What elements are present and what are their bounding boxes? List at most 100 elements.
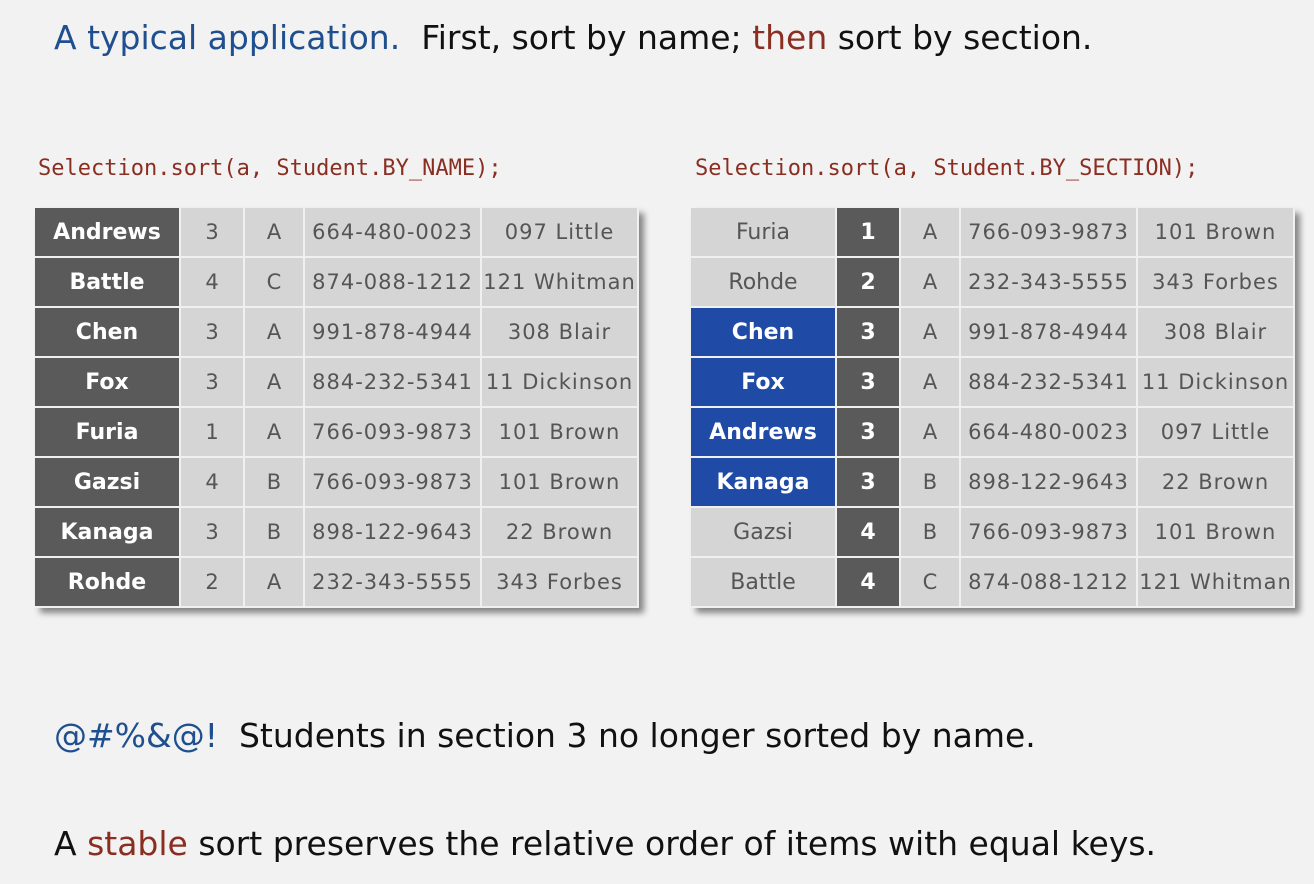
name-cell: Battle (691, 557, 837, 608)
address-cell: 343 Forbes (481, 557, 639, 608)
table-row: Rohde 2 A 232-343-5555 343 Forbes (35, 557, 639, 608)
section-cell: 3 (180, 208, 245, 258)
phone-cell: 664-480-0023 (304, 208, 482, 258)
phone-cell: 766-093-9873 (960, 507, 1138, 558)
title-then: then (752, 18, 828, 57)
name-cell: Furia (35, 407, 181, 458)
right-code-call: Selection.sort(a, Student.BY_SECTION); (695, 156, 1199, 181)
name-cell: Gazsi (691, 507, 837, 558)
phone-cell: 766-093-9873 (960, 208, 1138, 258)
title-lead: A typical application. (54, 18, 401, 57)
table-row: Gazsi 4 B 766-093-9873 101 Brown (35, 457, 639, 508)
address-cell: 22 Brown (1137, 457, 1295, 508)
grade-cell: A (244, 208, 305, 258)
table-sorted-by-name: Andrews 3 A 664-480-0023 097 Little Battle 4 C 8… (35, 208, 639, 608)
title-part1: First, sort by name; (421, 18, 753, 57)
name-cell: Kanaga (691, 457, 837, 508)
phone-cell: 232-343-5555 (960, 257, 1138, 308)
phone-cell: 874-088-1212 (960, 557, 1138, 608)
section-cell: 4 (180, 257, 245, 308)
address-cell: 101 Brown (481, 407, 639, 458)
name-cell: Furia (691, 208, 837, 258)
grade-cell: C (244, 257, 305, 308)
section-cell: 3 (180, 307, 245, 358)
table-row: Rohde 2 A 232-343-5555 343 Forbes (691, 257, 1295, 308)
phone-cell: 766-093-9873 (304, 457, 482, 508)
grade-cell: B (900, 507, 961, 558)
phone-cell: 898-122-9643 (304, 507, 482, 558)
phone-cell: 664-480-0023 (960, 407, 1138, 458)
section-cell: 3 (836, 457, 901, 508)
table-row: Fox 3 A 884-232-5341 11 Dickinson (35, 357, 639, 408)
name-cell: Andrews (35, 208, 181, 258)
grade-cell: A (244, 557, 305, 608)
address-cell: 308 Blair (1137, 307, 1295, 358)
table-row: Andrews 3 A 664-480-0023 097 Little (691, 407, 1295, 458)
section-cell: 3 (836, 307, 901, 358)
title-part2: sort by section. (827, 18, 1093, 57)
table-row: Kanaga 3 B 898-122-9643 22 Brown (691, 457, 1295, 508)
grade-cell: A (900, 208, 961, 258)
section-cell: 1 (180, 407, 245, 458)
definition-rest: sort preserves the relative order of ite… (187, 824, 1157, 863)
phone-cell: 232-343-5555 (304, 557, 482, 608)
table-row: Fox 3 A 884-232-5341 11 Dickinson (691, 357, 1295, 408)
address-cell: 11 Dickinson (1137, 357, 1295, 408)
address-cell: 121 Whitman (481, 257, 639, 308)
phone-cell: 884-232-5341 (304, 357, 482, 408)
slide-title: A typical application. First, sort by na… (54, 18, 1092, 57)
section-cell: 4 (836, 557, 901, 608)
section-cell: 3 (180, 507, 245, 558)
table-row: Furia 1 A 766-093-9873 101 Brown (691, 208, 1295, 258)
grade-cell: C (900, 557, 961, 608)
address-cell: 097 Little (481, 208, 639, 258)
phone-cell: 766-093-9873 (304, 407, 482, 458)
phone-cell: 874-088-1212 (304, 257, 482, 308)
section-cell: 1 (836, 208, 901, 258)
name-cell: Kanaga (35, 507, 181, 558)
note-line: @#%&@! Students in section 3 no longer s… (54, 716, 1036, 755)
address-cell: 11 Dickinson (481, 357, 639, 408)
name-cell: Fox (35, 357, 181, 408)
address-cell: 097 Little (1137, 407, 1295, 458)
grade-cell: A (900, 257, 961, 308)
table-row: Kanaga 3 B 898-122-9643 22 Brown (35, 507, 639, 558)
table-row: Andrews 3 A 664-480-0023 097 Little (35, 208, 639, 258)
section-cell: 3 (836, 407, 901, 458)
section-cell: 3 (180, 357, 245, 408)
grade-cell: A (900, 357, 961, 408)
address-cell: 101 Brown (481, 457, 639, 508)
definition-stable: stable (87, 824, 188, 863)
section-cell: 3 (836, 357, 901, 408)
section-cell: 2 (180, 557, 245, 608)
left-code-call: Selection.sort(a, Student.BY_NAME); (38, 156, 502, 181)
table-row: Gazsi 4 B 766-093-9873 101 Brown (691, 507, 1295, 558)
table-row: Furia 1 A 766-093-9873 101 Brown (35, 407, 639, 458)
grade-cell: B (900, 457, 961, 508)
grade-cell: A (244, 357, 305, 408)
address-cell: 101 Brown (1137, 208, 1295, 258)
address-cell: 343 Forbes (1137, 257, 1295, 308)
definition-a: A (54, 824, 88, 863)
name-cell: Fox (691, 357, 837, 408)
section-cell: 2 (836, 257, 901, 308)
name-cell: Rohde (35, 557, 181, 608)
address-cell: 22 Brown (481, 507, 639, 558)
section-cell: 4 (180, 457, 245, 508)
grade-cell: A (900, 407, 961, 458)
name-cell: Chen (691, 307, 837, 358)
stable-definition: A stable sort preserves the relative ord… (54, 824, 1156, 863)
name-cell: Battle (35, 257, 181, 308)
phone-cell: 884-232-5341 (960, 357, 1138, 408)
address-cell: 308 Blair (481, 307, 639, 358)
table-row: Chen 3 A 991-878-4944 308 Blair (35, 307, 639, 358)
name-cell: Gazsi (35, 457, 181, 508)
address-cell: 101 Brown (1137, 507, 1295, 558)
table-row: Battle 4 C 874-088-1212 121 Whitman (691, 557, 1295, 608)
name-cell: Andrews (691, 407, 837, 458)
name-cell: Rohde (691, 257, 837, 308)
address-cell: 121 Whitman (1137, 557, 1295, 608)
grade-cell: A (244, 407, 305, 458)
section-cell: 4 (836, 507, 901, 558)
grade-cell: A (244, 307, 305, 358)
